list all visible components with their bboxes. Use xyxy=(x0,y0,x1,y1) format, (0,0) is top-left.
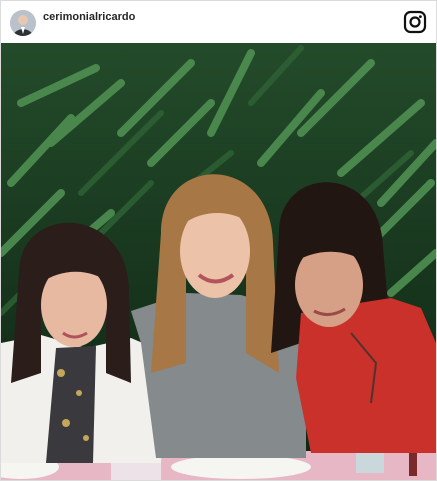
instagram-post: cerimonialricardo xyxy=(0,0,437,481)
profile-avatar[interactable] xyxy=(10,10,36,36)
instagram-icon[interactable] xyxy=(403,10,427,34)
avatar-image xyxy=(10,10,36,36)
username[interactable]: cerimonialricardo xyxy=(43,11,135,23)
photo-illustration xyxy=(1,43,436,480)
post-photo[interactable] xyxy=(1,43,436,480)
post-header: cerimonialricardo xyxy=(1,1,436,43)
